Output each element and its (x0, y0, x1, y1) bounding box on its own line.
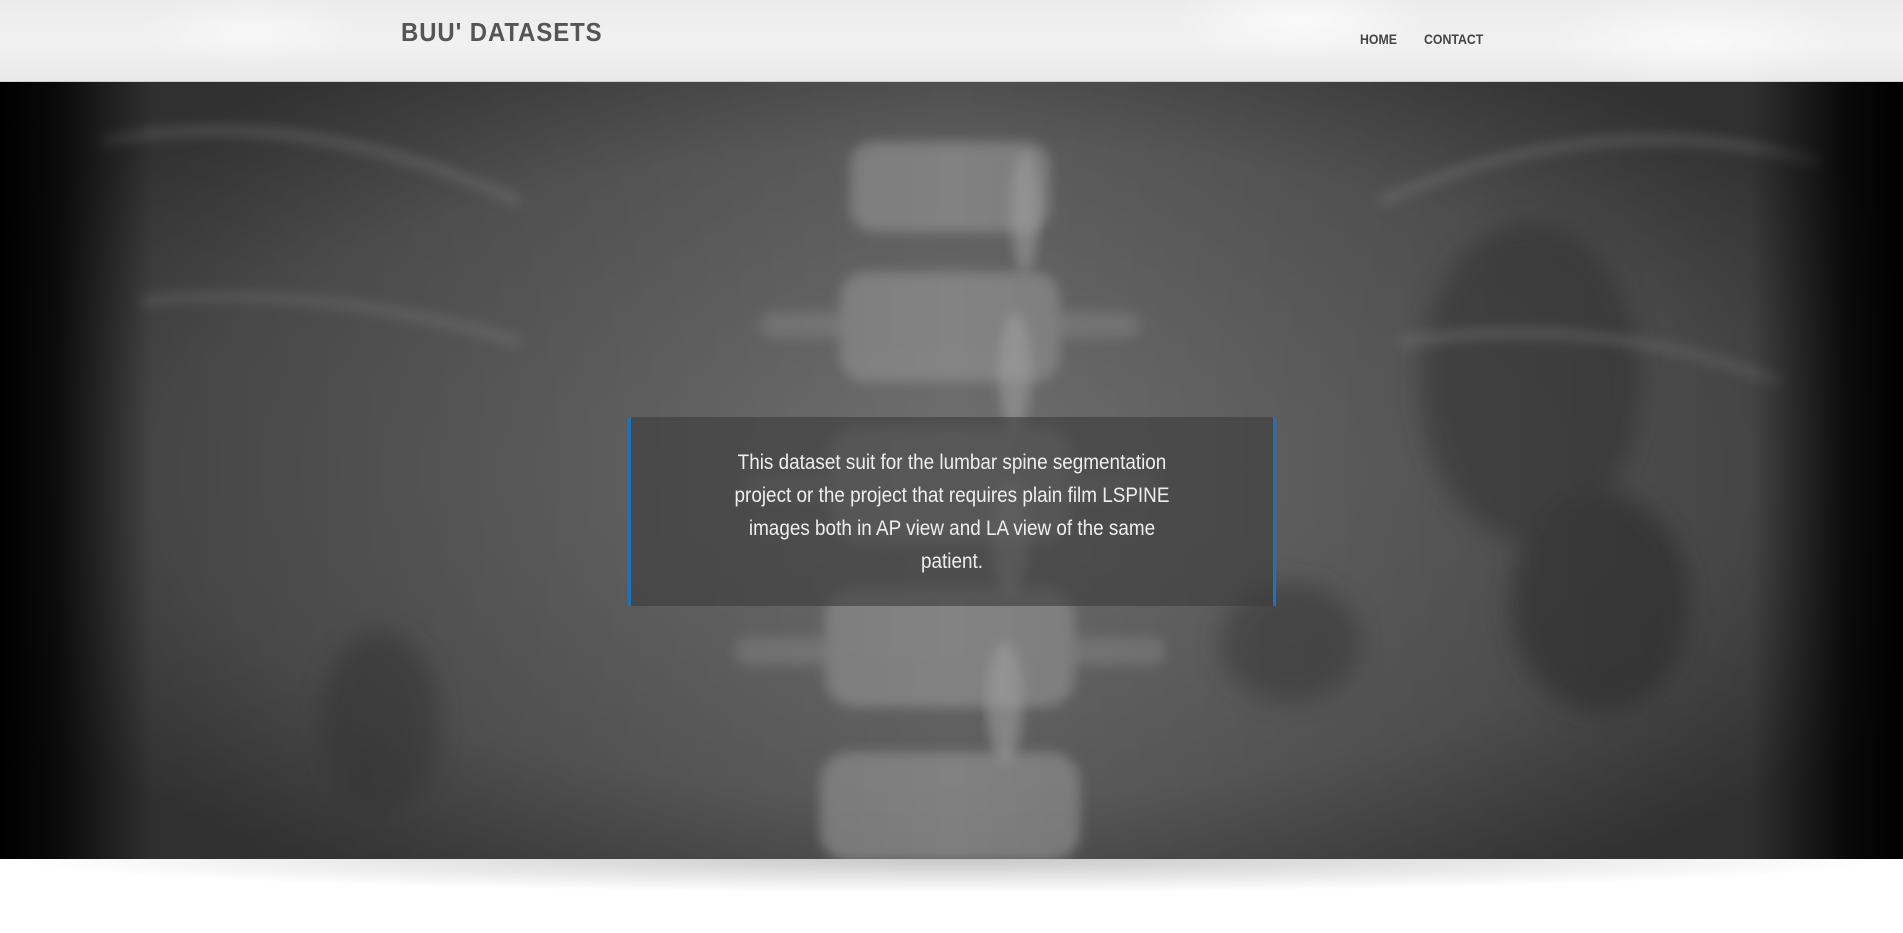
header-background (0, 0, 1903, 81)
hero-bottom-shadow (0, 859, 1903, 909)
site-logo-text[interactable]: BUU' DATASETS (401, 17, 602, 48)
slide-caption-text: This dataset suit for the lumbar spine s… (734, 450, 1170, 573)
nav-home-link[interactable]: HOME (1360, 31, 1397, 47)
nav-contact-link[interactable]: CONTACT (1424, 31, 1483, 47)
site-header: BUU' DATASETS HOME CONTACT (0, 0, 1903, 82)
hero-slider: This dataset suit for the lumbar spine s… (0, 82, 1903, 859)
slide-caption-box: This dataset suit for the lumbar spine s… (628, 417, 1276, 606)
main-nav: HOME CONTACT (1360, 31, 1491, 47)
